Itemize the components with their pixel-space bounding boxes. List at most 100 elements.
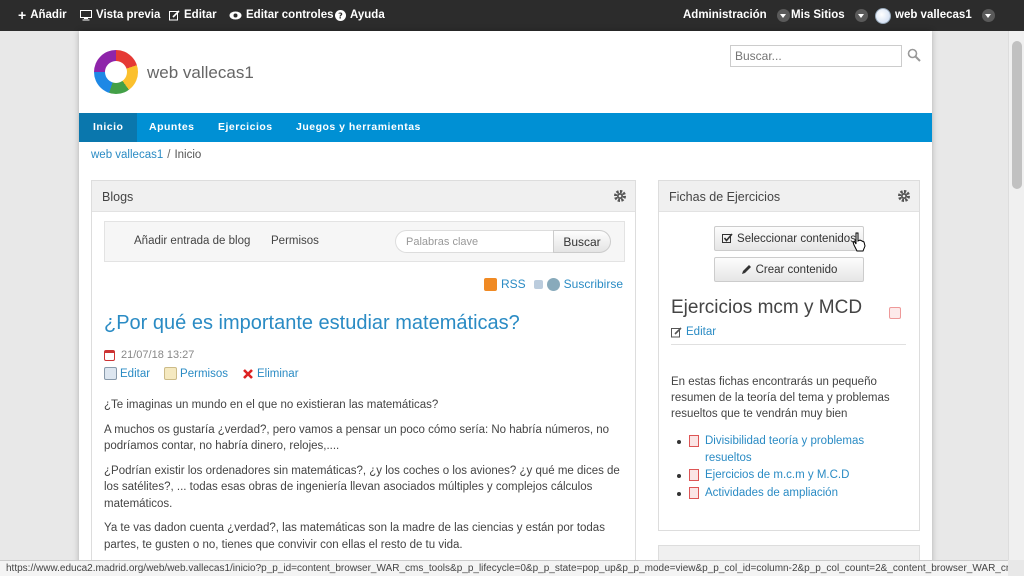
edit-icon	[104, 367, 117, 380]
chevron-down-icon	[981, 9, 995, 22]
edit-icon	[671, 326, 682, 337]
site-search-input[interactable]	[730, 45, 902, 67]
content-description: En estas fichas encontrarás un pequeño r…	[671, 376, 890, 420]
pencil-icon	[741, 265, 751, 274]
rss-row: RSS Suscribirse	[483, 277, 623, 291]
add-menu[interactable]: + Añadir	[18, 0, 67, 31]
plus-icon: +	[18, 7, 27, 23]
keywords-input[interactable]	[395, 230, 553, 253]
blog-search-button[interactable]: Buscar	[553, 230, 611, 253]
breadcrumb: web vallecas1 /Inicio	[91, 149, 201, 161]
pdf-icon	[689, 486, 699, 499]
divider	[671, 344, 906, 345]
dockbar: + Añadir Vista previa Editar Editar cont…	[0, 0, 1024, 31]
nav-item-inicio[interactable]: Inicio	[79, 113, 138, 142]
nav-item-ejercicios[interactable]: Ejercicios	[204, 113, 287, 142]
download-link[interactable]: Ejercicios de m.c.m y M.C.D	[705, 469, 849, 481]
post-paragraph: Ya te vas dadon cuenta ¿verdad?, las mat…	[104, 522, 605, 551]
gear-icon[interactable]	[613, 189, 627, 203]
breadcrumb-site-link[interactable]: web vallecas1	[91, 149, 163, 161]
fichas-portlet-header: Fichas de Ejercicios	[659, 181, 919, 212]
blogs-portlet: Blogs Añadir entrada de blog Permisos Bu…	[91, 180, 636, 576]
help-label: Ayuda	[350, 9, 385, 21]
monitor-icon	[80, 10, 92, 21]
post-date: 21/07/18 13:27	[121, 349, 195, 361]
preview-button[interactable]: Vista previa	[80, 0, 160, 31]
create-content-button[interactable]: Crear contenido	[714, 257, 864, 282]
edit-controls-button[interactable]: Editar controles	[229, 0, 334, 31]
hand-cursor-icon	[852, 232, 866, 252]
subscribe-icon	[546, 277, 560, 291]
nav-item-juegos[interactable]: Juegos y herramientas	[282, 113, 435, 142]
delete-post-link[interactable]: Eliminar	[257, 368, 299, 380]
admin-menu[interactable]: Administración	[683, 0, 790, 31]
download-link[interactable]: Divisibilidad teoría y problemas resuelt…	[705, 435, 864, 464]
scrollbar-thumb[interactable]	[1012, 41, 1022, 189]
post-body: ¿Te imaginas un mundo en el que no exist…	[104, 397, 625, 561]
edit-icon	[169, 10, 180, 21]
search-icon[interactable]	[907, 48, 921, 62]
breadcrumb-current: Inicio	[174, 149, 202, 161]
list-item[interactable]: Divisibilidad teoría y problemas resuelt…	[677, 433, 909, 466]
select-content-button[interactable]: Seleccionar contenidos	[714, 226, 864, 251]
add-label: Añadir	[30, 9, 67, 21]
download-link[interactable]: Actividades de ampliación	[705, 487, 838, 499]
checkbox-icon	[722, 233, 733, 243]
fichas-portlet-title: Fichas de Ejercicios	[669, 190, 781, 204]
nav-item-apuntes[interactable]: Apuntes	[135, 113, 209, 142]
rss-icon	[483, 277, 497, 291]
user-name: web vallecas1	[895, 9, 972, 21]
site-logo[interactable]	[94, 50, 138, 94]
admin-label: Administración	[683, 9, 767, 21]
delete-icon	[243, 368, 253, 379]
post-title[interactable]: ¿Por qué es importante estudiar matemáti…	[104, 312, 520, 335]
help-button[interactable]: ? Ayuda	[335, 0, 385, 31]
post-meta: 21/07/18 13:27	[104, 349, 194, 361]
add-blog-entry-link[interactable]: Añadir entrada de blog	[134, 235, 250, 247]
main-nav: Inicio Apuntes Ejercicios Juegos y herra…	[79, 113, 932, 142]
page-scrollbar[interactable]	[1008, 31, 1024, 560]
help-icon: ?	[335, 10, 346, 21]
edit-post-action[interactable]: Editar	[104, 367, 150, 380]
content-title: Ejercicios mcm y MCD	[671, 297, 863, 318]
post-permissions-link[interactable]: Permisos	[180, 368, 228, 380]
blogs-portlet-header: Blogs	[92, 181, 635, 212]
select-content-label: Seleccionar contenidos	[737, 232, 856, 245]
chevron-down-icon	[776, 9, 790, 22]
edit-post-link[interactable]: Editar	[120, 368, 150, 380]
site-name[interactable]: web vallecas1	[147, 63, 254, 83]
post-permissions-action[interactable]: Permisos	[164, 367, 228, 380]
my-sites-menu[interactable]: Mis Sitios	[791, 0, 868, 31]
blogs-toolbar: Añadir entrada de blog Permisos Buscar	[104, 221, 625, 262]
content-edit[interactable]: Editar	[671, 326, 716, 338]
gear-icon[interactable]	[897, 189, 911, 203]
delete-post-action[interactable]: Eliminar	[242, 368, 299, 380]
edit-controls-label: Editar controles	[246, 9, 334, 21]
page-container: web vallecas1 Inicio Apuntes Ejercicios …	[79, 31, 932, 576]
fichas-portlet: Fichas de Ejercicios Seleccionar conteni…	[658, 180, 920, 531]
permissions-link[interactable]: Permisos	[271, 235, 319, 247]
calendar-icon	[104, 349, 115, 361]
status-bar: https://www.educa2.madrid.org/web/web.va…	[0, 560, 1008, 576]
pdf-icon	[689, 469, 699, 481]
chevron-down-icon	[854, 9, 868, 22]
blogs-portlet-title: Blogs	[102, 190, 134, 204]
edit-label: Editar	[184, 9, 217, 21]
post-actions: Editar Permisos Eliminar	[104, 367, 313, 380]
content-edit-link[interactable]: Editar	[686, 326, 716, 338]
post-paragraph: ¿Te imaginas un mundo en el que no exist…	[104, 399, 439, 411]
avatar	[875, 7, 891, 24]
list-item[interactable]: Actividades de ampliación	[677, 485, 909, 502]
subscribe-link[interactable]: Suscribirse	[564, 277, 623, 291]
my-sites-label: Mis Sitios	[791, 9, 845, 21]
svg-text:?: ?	[338, 12, 343, 21]
download-list: Divisibilidad teoría y problemas resuelt…	[677, 433, 909, 502]
list-item[interactable]: Ejercicios de m.c.m y M.C.D	[677, 467, 909, 484]
edit-button[interactable]: Editar	[169, 0, 217, 31]
user-menu[interactable]: web vallecas1	[875, 0, 995, 31]
create-content-label: Crear contenido	[755, 263, 838, 276]
preview-label: Vista previa	[96, 9, 161, 21]
pdf-icon[interactable]	[889, 307, 901, 319]
rss-link[interactable]: RSS	[501, 277, 526, 291]
pdf-icon	[689, 435, 699, 447]
